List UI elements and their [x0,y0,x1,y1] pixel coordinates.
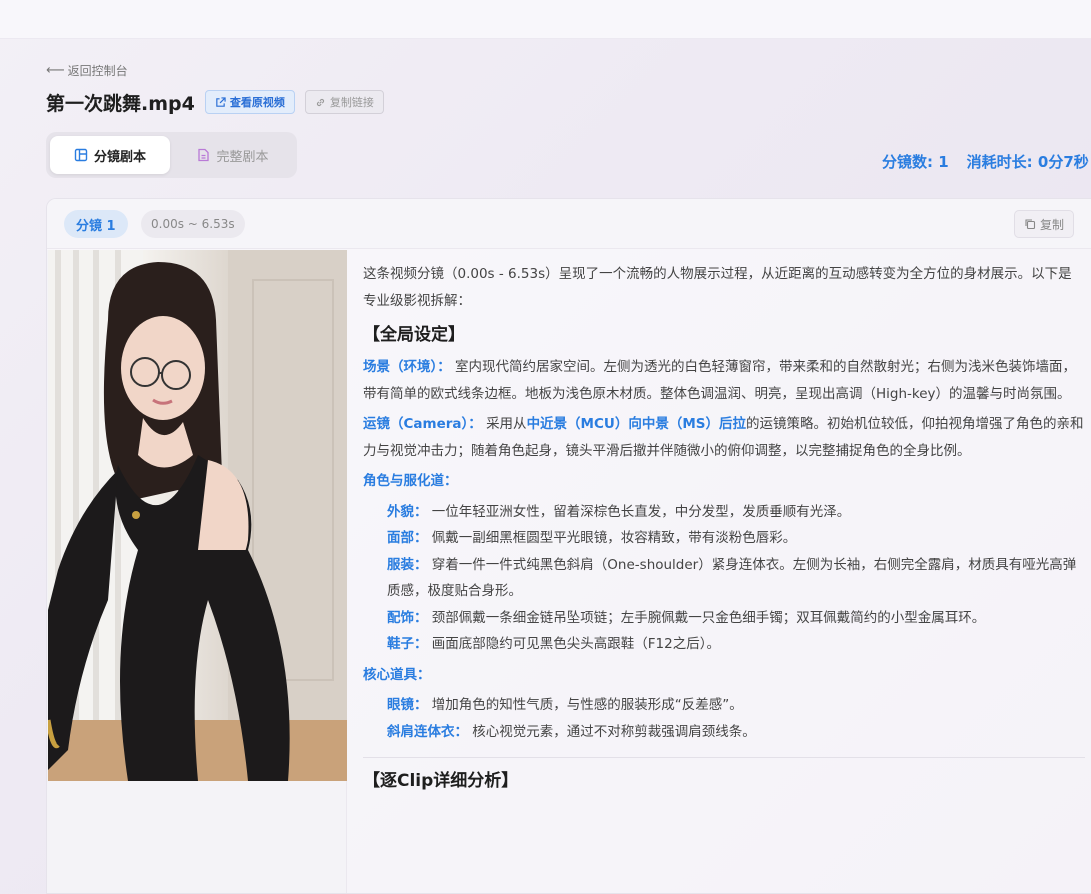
back-link[interactable]: ⟵ 返回控制台 [46,62,128,79]
link-icon [316,98,324,106]
list-item: 鞋子： 画面底部隐约可见黑色尖头高跟鞋（F12之后）。 [387,631,1085,658]
document-icon [198,148,210,162]
thumbnail-illustration [48,250,347,781]
scene-paragraph: 场景（环境）： 室内现代简约居家空间。左侧为透光的白色轻薄窗帘，带来柔和的自然散… [363,354,1085,407]
copy-icon [1025,219,1036,230]
tab-full-script[interactable]: 完整剧本 [174,136,292,174]
item-label: 斜肩连体衣： [387,723,468,740]
copy-button[interactable]: 复制 [1014,210,1075,238]
scene-label: 场景（环境）： [363,359,451,375]
tab-full-script-label: 完整剧本 [216,149,269,165]
item-text: 核心视觉元素，通过不对称剪裁强调肩颈线条。 [472,723,756,740]
camera-label: 运镜（Camera）： [363,416,482,432]
camera-pre: 采用从 [486,416,527,432]
item-text: 画面底部隐约可见黑色尖头高跟鞋（F12之后）。 [431,636,720,652]
tab-bar: 分镜剧本 完整剧本 [46,132,297,178]
item-label: 外貌： [387,503,428,520]
layout-icon [74,148,88,162]
list-item: 配饰： 颈部佩戴一条细金链吊坠项链；左手腕佩戴一只金色细手镯；双耳佩戴简约的小型… [387,605,1085,632]
analysis-intro: 这条视频分镜（0.00s - 6.53s）呈现了一个流畅的人物展示过程，从近距离… [363,266,1072,309]
shot-thumbnail[interactable] [48,250,347,781]
list-item: 斜肩连体衣： 核心视觉元素，通过不对称剪裁强调肩颈线条。 [387,719,1085,746]
props-label: 核心道具： [363,666,431,683]
item-label: 面部： [387,530,428,546]
copy-label: 复制 [1040,217,1065,232]
item-label: 鞋子： [387,636,428,652]
item-text: 颈部佩戴一条细金链吊坠项链；左手腕佩戴一只金色细手镯；双耳佩戴简约的小型金属耳环… [431,609,986,626]
external-link-icon [216,96,226,107]
scene-text: 室内现代简约居家空间。左侧为透光的白色轻薄窗帘，带来柔和的自然散射光；右侧为浅米… [363,359,1077,402]
item-text: 增加角色的知性气质，与性感的服装形成“反差感”。 [431,697,743,713]
back-link-label: 返回控制台 [67,64,128,78]
arrow-left-icon: ⟵ [46,63,65,78]
shot-count: 分镜数: 1 [882,153,949,171]
character-list: 外貌： 一位年轻亚洲女性，留着深棕色长直发，中分发型，发质垂顺有光泽。 面部： … [363,499,1085,658]
duration-consumed: 消耗时长: 0分7秒 [966,153,1089,171]
item-label: 服装： [387,556,428,573]
section-divider [363,757,1085,758]
time-range-badge: 0.00s ~ 6.53s [141,210,245,238]
props-list: 眼镜： 增加角色的知性气质，与性感的服装形成“反差感”。 斜肩连体衣： 核心视觉… [363,692,1085,745]
camera-highlight: 中近景（MCU）向中景（MS）后拉 [526,416,747,432]
shot-media [47,250,347,893]
top-bar [0,0,1091,39]
list-item: 外貌： 一位年轻亚洲女性，留着深棕色长直发，中分发型，发质垂顺有光泽。 [387,499,1085,526]
clip-analysis-heading: 【逐Clip详细分析】 [363,771,519,791]
shot-badge: 分镜 1 [64,210,128,238]
item-label: 眼镜： [387,697,428,713]
copy-link-button[interactable]: 复制链接 [304,90,384,114]
character-label: 角色与服化道： [363,473,458,489]
item-label: 配饰： [387,609,428,626]
title-row: 第一次跳舞.mp4 查看原视频 复制链接 [46,88,384,116]
tab-storyboard-label: 分镜剧本 [93,149,146,165]
stats-summary: 分镜数: 1 消耗时长: 0分7秒 [882,151,1089,172]
copy-link-label: 复制链接 [329,96,374,109]
camera-paragraph: 运镜（Camera）： 采用从中近景（MCU）向中景（MS）后拉的运镜策略。初始… [363,411,1085,464]
shot-analysis: 这条视频分镜（0.00s - 6.53s）呈现了一个流畅的人物展示过程，从近距离… [363,261,1085,800]
view-video-label: 查看原视频 [229,96,285,109]
page-title: 第一次跳舞.mp4 [46,92,195,115]
item-text: 佩戴一副细黑框圆型平光眼镜，妆容精致，带有淡粉色唇彩。 [431,530,797,546]
view-video-button[interactable]: 查看原视频 [204,90,295,114]
tab-storyboard[interactable]: 分镜剧本 [50,136,170,174]
list-item: 面部： 佩戴一副细黑框圆型平光眼镜，妆容精致，带有淡粉色唇彩。 [387,525,1085,552]
item-text: 穿着一件一件式纯黑色斜肩（One-shoulder）紧身连体衣。左侧为长袖，右侧… [387,556,1077,600]
shot-card: 分镜 1 0.00s ~ 6.53s 复制 这条视频分镜（0.00s - 6.5… [46,198,1091,894]
item-text: 一位年轻亚洲女性，留着深棕色长直发，中分发型，发质垂顺有光泽。 [431,503,851,520]
list-item: 眼镜： 增加角色的知性气质，与性感的服装形成“反差感”。 [387,692,1085,719]
list-item: 服装： 穿着一件一件式纯黑色斜肩（One-shoulder）紧身连体衣。左侧为长… [387,552,1085,605]
global-settings-heading: 【全局设定】 [363,325,465,345]
shot-card-header: 分镜 1 0.00s ~ 6.53s 复制 [47,199,1091,249]
